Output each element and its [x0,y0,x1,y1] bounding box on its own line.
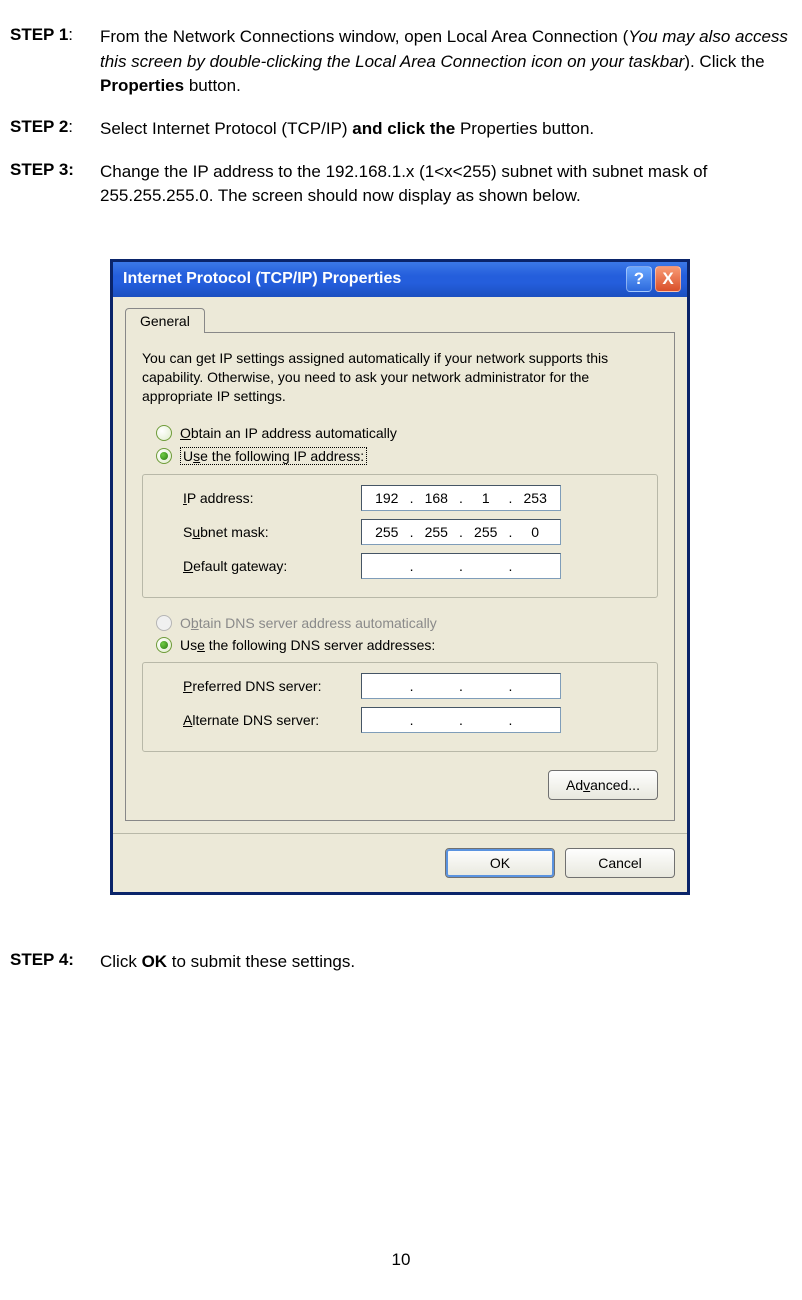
text-a: Click [100,952,142,971]
ip-seg-4: 253 [512,490,558,506]
label-text: STEP 2 [10,117,68,136]
step-4-label: STEP 4: [10,950,100,970]
ip-address-label: IP address: [183,490,361,506]
ip-dot: . [459,558,463,574]
mask-seg-1: 255 [364,524,410,540]
step-3-text: Change the IP address to the 192.168.1.x… [100,160,792,209]
general-panel: You can get IP settings assigned automat… [125,332,675,821]
tab-strip: General [113,297,687,332]
screenshot-tcpip-properties: Internet Protocol (TCP/IP) Properties ? … [110,259,690,895]
mask-seg-4: 0 [512,524,558,540]
ip-seg-2: 168 [413,490,459,506]
text-b: Properties button. [460,119,594,138]
ip-dot: . [459,678,463,694]
cancel-button[interactable]: Cancel [565,848,675,878]
ok-button[interactable]: OK [445,848,555,878]
ip-address-input[interactable]: 192. 168. 1. 253 [361,485,561,511]
default-gateway-label: Default gateway: [183,558,361,574]
ip-dot: . [509,678,513,694]
step-3-label: STEP 3: [10,160,100,180]
close-button[interactable]: X [655,266,681,292]
step-1: STEP 1: From the Network Connections win… [10,25,792,99]
radio-obtain-dns-auto: Obtain DNS server address automatically [142,612,658,634]
step-4: STEP 4: Click OK to submit these setting… [10,950,792,975]
advanced-button[interactable]: Advanced... [548,770,658,800]
ip-dot: . [459,712,463,728]
dialog-bottom-buttons: OK Cancel [113,833,687,892]
help-button[interactable]: ? [626,266,652,292]
mask-seg-2: 255 [413,524,459,540]
text-b: to submit these settings. [167,952,355,971]
xp-titlebar: Internet Protocol (TCP/IP) Properties ? … [113,259,687,297]
radio-label: Obtain an IP address automatically [180,425,397,441]
text-a: Select Internet Protocol (TCP/IP) [100,119,352,138]
alternate-dns-row: Alternate DNS server: . . . [157,703,643,737]
dns-fields-group: Preferred DNS server: . . . Alternate DN… [142,662,658,752]
advanced-button-row: Advanced... [142,766,658,808]
ip-dot: . [410,558,414,574]
radio-use-following-dns[interactable]: Use the following DNS server addresses: [142,634,658,656]
tab-general[interactable]: General [125,308,205,333]
page-number: 10 [10,1250,792,1270]
text-bold: OK [142,952,168,971]
step-4-text: Click OK to submit these settings. [100,950,792,975]
dns-radio-group: Obtain DNS server address automatically … [142,612,658,656]
ip-seg-1: 192 [364,490,410,506]
label-text: STEP 1 [10,25,68,44]
help-icon: ? [634,269,644,289]
step-2-label: STEP 2: [10,117,100,137]
xp-window: Internet Protocol (TCP/IP) Properties ? … [110,259,690,895]
alternate-dns-input[interactable]: . . . [361,707,561,733]
step-2: STEP 2: Select Internet Protocol (TCP/IP… [10,117,792,142]
radio-label: Obtain DNS server address automatically [180,615,437,631]
radio-icon [156,637,172,653]
ip-dot: . [410,678,414,694]
text-b: ). Click the [684,52,764,71]
step-3: STEP 3: Change the IP address to the 192… [10,160,792,209]
window-title: Internet Protocol (TCP/IP) Properties [123,270,626,288]
ip-fields-group: IP address: 192. 168. 1. 253 Subnet mask… [142,474,658,598]
radio-icon [156,615,172,631]
ip-dot: . [509,712,513,728]
radio-label: Use the following DNS server addresses: [180,637,435,653]
radio-use-following-ip[interactable]: Use the following IP address: [142,444,658,468]
default-gateway-input[interactable]: . . . [361,553,561,579]
close-icon: X [662,269,673,289]
step-2-text: Select Internet Protocol (TCP/IP) and cl… [100,117,792,142]
description-text: You can get IP settings assigned automat… [142,349,658,406]
text-bold: Properties [100,76,184,95]
step-1-text: From the Network Connections window, ope… [100,25,792,99]
ip-seg-3: 1 [463,490,509,506]
ip-dot: . [509,558,513,574]
text-a: From the Network Connections window, ope… [100,27,628,46]
radio-icon [156,425,172,441]
preferred-dns-label: Preferred DNS server: [183,678,361,694]
subnet-mask-row: Subnet mask: 255. 255. 255. 0 [157,515,643,549]
alternate-dns-label: Alternate DNS server: [183,712,361,728]
mask-seg-3: 255 [463,524,509,540]
subnet-mask-input[interactable]: 255. 255. 255. 0 [361,519,561,545]
subnet-mask-label: Subnet mask: [183,524,361,540]
step-1-label: STEP 1: [10,25,100,45]
preferred-dns-input[interactable]: . . . [361,673,561,699]
titlebar-buttons: ? X [626,266,681,292]
text-bold: and click the [352,119,460,138]
default-gateway-row: Default gateway: . . . [157,549,643,583]
radio-icon [156,448,172,464]
preferred-dns-row: Preferred DNS server: . . . [157,669,643,703]
radio-obtain-ip-auto[interactable]: Obtain an IP address automatically [142,422,658,444]
label-colon: : [68,25,73,44]
radio-label: Use the following IP address: [180,447,367,465]
text-c: button. [184,76,241,95]
ip-dot: . [410,712,414,728]
ip-address-row: IP address: 192. 168. 1. 253 [157,481,643,515]
ip-radio-group: Obtain an IP address automatically Use t… [142,422,658,468]
label-colon: : [68,117,73,136]
